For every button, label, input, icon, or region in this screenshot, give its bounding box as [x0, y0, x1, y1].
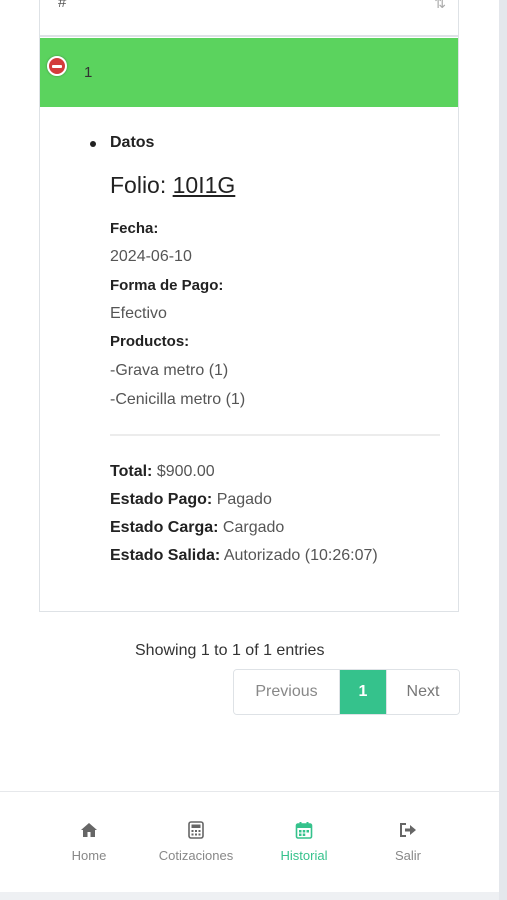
estado-pago-line: Estado Pago: Pagado	[110, 491, 272, 509]
estado-pago-value: Pagado	[216, 491, 272, 508]
section-label: Datos	[89, 134, 155, 151]
nav-label-home: Home	[71, 848, 107, 863]
sort-icon[interactable]: ⇅	[434, 0, 446, 12]
sign-out-icon	[400, 823, 416, 837]
table-row[interactable]: 1	[40, 38, 458, 107]
calculator-icon	[188, 821, 204, 839]
folio-label: Folio:	[110, 172, 167, 198]
estado-carga-label: Estado Carga:	[110, 519, 219, 536]
nav-item-home[interactable]: Home	[39, 820, 139, 863]
folio-heading: Folio: 10I1G	[110, 172, 235, 199]
forma-pago-label: Forma de Pago:	[110, 277, 224, 294]
productos-label: Productos:	[110, 333, 190, 350]
nav-item-salir[interactable]: Salir	[358, 820, 458, 863]
folio-link[interactable]: 10I1G	[173, 172, 236, 198]
fecha-label: Fecha:	[110, 220, 159, 237]
forma-pago-value: Efectivo	[110, 305, 167, 322]
home-icon	[81, 823, 97, 837]
estado-salida-line: Estado Salida: Autorizado (10:26:07)	[110, 547, 378, 565]
table-info: Showing 1 to 1 of 1 entries	[135, 642, 325, 659]
estado-carga-value: Cargado	[222, 519, 285, 536]
calendar-icon	[295, 822, 313, 839]
nav-item-historial[interactable]: Historial	[254, 820, 354, 863]
row-number: 1	[84, 64, 93, 81]
total-line: Total: $900.00	[110, 463, 215, 481]
page-1-button[interactable]: 1	[340, 670, 386, 714]
minus-circle-icon[interactable]	[47, 56, 67, 76]
nav-label-historial: Historial	[280, 848, 328, 863]
estado-salida-value: Autorizado (10:26:07)	[223, 547, 378, 564]
table-header: # ⇅	[40, 0, 458, 37]
total-label: Total:	[110, 463, 153, 480]
page: # ⇅ 1 Datos Folio: 10I1G Fecha: 2024-06-…	[0, 0, 499, 892]
product-item: -Grava metro (1)	[110, 362, 229, 379]
nav-item-cotizaciones[interactable]: Cotizaciones	[146, 820, 246, 863]
estado-carga-line: Estado Carga: Cargado	[110, 519, 284, 537]
column-header-number[interactable]: #	[58, 0, 66, 11]
divider	[110, 434, 440, 436]
viewport-edge	[499, 0, 507, 900]
next-page-button[interactable]: Next	[386, 670, 459, 714]
product-item: -Cenicilla metro (1)	[110, 391, 246, 408]
nav-label-cotizaciones: Cotizaciones	[158, 848, 234, 863]
orders-table: # ⇅ 1 Datos Folio: 10I1G Fecha: 2024-06-…	[39, 0, 459, 612]
nav-label-salir: Salir	[394, 848, 421, 863]
previous-page-button[interactable]: Previous	[234, 670, 340, 714]
fecha-value: 2024-06-10	[110, 248, 192, 265]
estado-pago-label: Estado Pago:	[110, 491, 213, 508]
bottom-nav: Home Cotizaciones Historial Salir	[0, 791, 499, 892]
estado-salida-label: Estado Salida:	[110, 547, 221, 564]
pagination: Previous 1 Next	[233, 669, 460, 715]
total-value: $900.00	[156, 463, 215, 480]
